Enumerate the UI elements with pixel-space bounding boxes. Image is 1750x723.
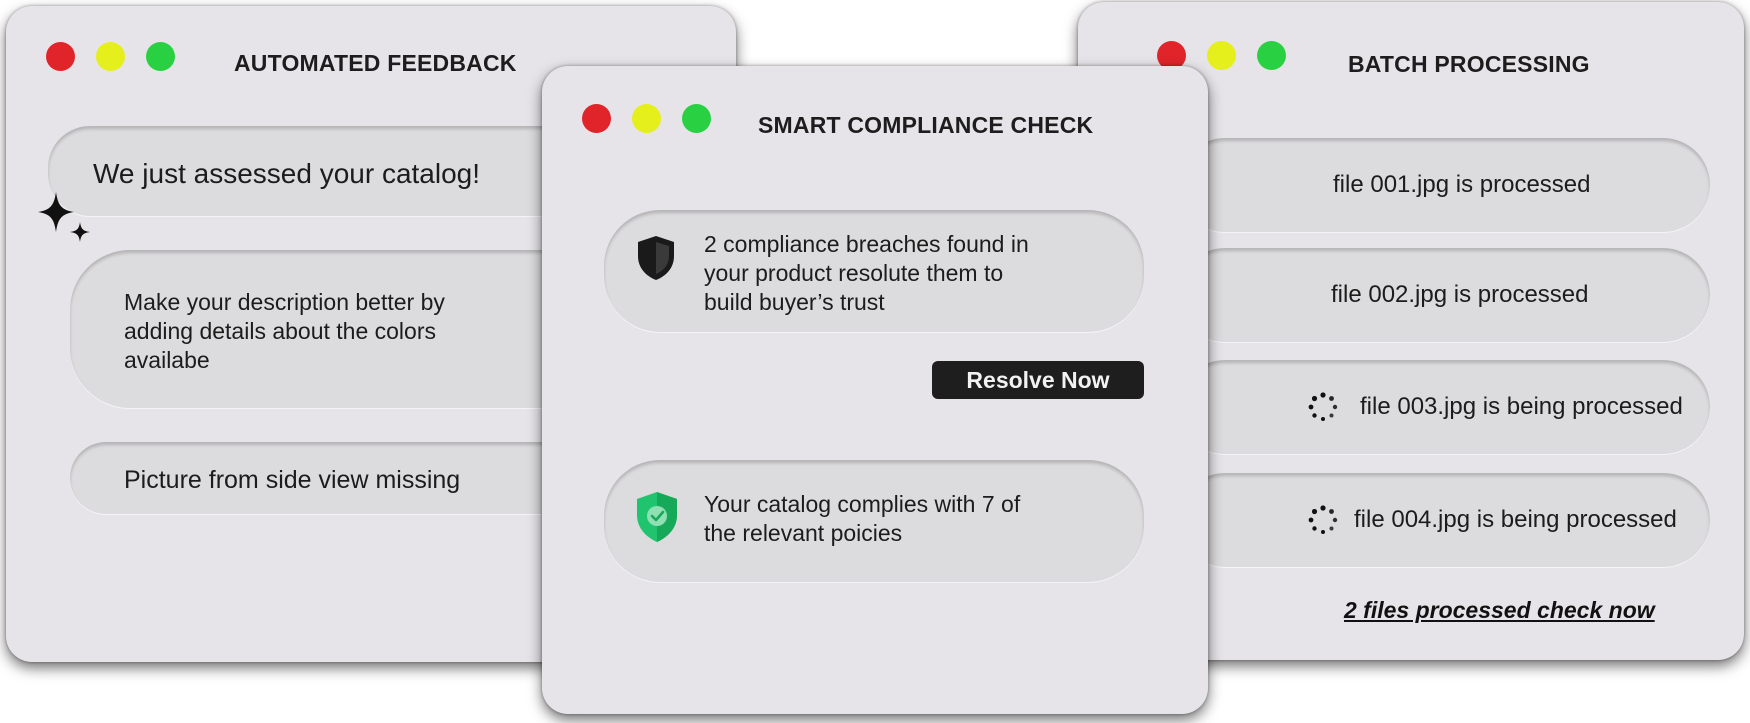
file-row: file 003.jpg is being processed: [1178, 360, 1710, 454]
processed-files-link[interactable]: 2 files processed check now: [1344, 597, 1655, 624]
minimize-window-button[interactable]: [1207, 41, 1236, 70]
file-row: file 001.jpg is processed: [1178, 138, 1710, 232]
maximize-window-button[interactable]: [1257, 41, 1286, 70]
maximize-window-button[interactable]: [682, 104, 711, 133]
file-row: file 004.jpg is being processed: [1178, 473, 1710, 567]
sparkle-icon: [38, 192, 90, 242]
suggestion-line-1: Make your description better by: [124, 289, 445, 315]
minimize-window-button[interactable]: [96, 42, 125, 71]
suggestion-line-2: adding details about the colors: [124, 318, 436, 344]
close-window-button[interactable]: [582, 104, 611, 133]
resolve-now-button[interactable]: Resolve Now: [932, 361, 1144, 399]
loading-spinner-icon: [1308, 392, 1338, 421]
shield-icon: [638, 236, 674, 280]
shield-check-icon: [637, 492, 677, 542]
window-controls: [582, 104, 711, 133]
file-row: file 002.jpg is processed: [1178, 248, 1710, 342]
minimize-window-button[interactable]: [632, 104, 661, 133]
window-title: AUTOMATED FEEDBACK: [234, 50, 517, 76]
loading-spinner-icon: [1308, 505, 1338, 534]
compliance-ok-card: Your catalog complies with 7 of the rele…: [604, 460, 1144, 582]
feedback-headline: We just assessed your catalog!: [93, 158, 481, 189]
breach-line-3: build buyer’s trust: [704, 289, 885, 315]
window-controls: [46, 42, 175, 71]
breach-line-1: 2 compliance breaches found in: [704, 231, 1029, 257]
maximize-window-button[interactable]: [146, 42, 175, 71]
compliance-ok-line-1: Your catalog complies with 7 of: [704, 491, 1021, 517]
file-status-text: file 001.jpg is processed: [1333, 171, 1591, 198]
window-title: SMART COMPLIANCE CHECK: [758, 112, 1094, 138]
compliance-ok-line-2: the relevant poicies: [704, 520, 903, 546]
breach-line-2: your product resolute them to: [704, 260, 1004, 286]
breach-card: 2 compliance breaches found in your prod…: [604, 210, 1144, 332]
window-title: BATCH PROCESSING: [1348, 51, 1590, 77]
file-status-text: file 003.jpg is being processed: [1360, 393, 1683, 420]
close-window-button[interactable]: [46, 42, 75, 71]
suggestion-line-3: availabe: [124, 347, 210, 373]
file-status-text: file 002.jpg is processed: [1331, 281, 1589, 308]
smart-compliance-window: SMART COMPLIANCE CHECK 2 compliance brea…: [542, 66, 1208, 714]
missing-picture-text: Picture from side view missing: [124, 466, 461, 494]
file-status-text: file 004.jpg is being processed: [1354, 506, 1677, 533]
